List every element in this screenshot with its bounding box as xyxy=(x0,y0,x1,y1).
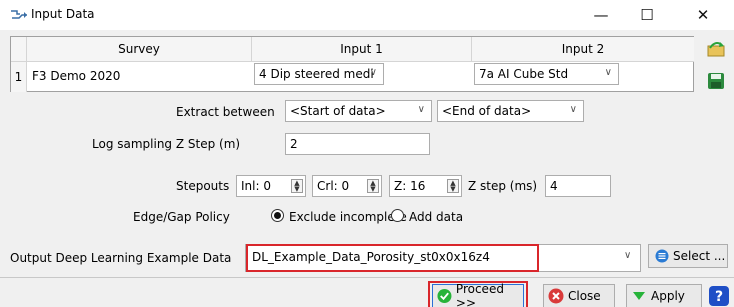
crl-stepout-spinbox[interactable]: Crl: 0 ▲ ▼ xyxy=(312,175,382,197)
input-2-dropdown[interactable]: 7a AI Cube Std ∨ xyxy=(474,63,619,85)
inl-stepout-value: Inl: 0 xyxy=(241,179,271,193)
extract-start-value: <Start of data> xyxy=(290,104,386,118)
stepouts-label: Stepouts xyxy=(176,179,230,193)
apply-label: Apply xyxy=(651,289,685,303)
crl-stepout-value: Crl: 0 xyxy=(317,179,350,193)
chevron-down-icon: ∨ xyxy=(369,67,377,78)
add-data-radio[interactable] xyxy=(391,209,404,222)
spin-arrows-icon[interactable]: ▲ ▼ xyxy=(367,179,379,193)
inl-stepout-spinbox[interactable]: Inl: 0 ▲ ▼ xyxy=(236,175,306,197)
column-header-input-1[interactable]: Input 1 xyxy=(252,37,472,62)
chevron-down-icon: ∨ xyxy=(417,104,425,115)
z-stepout-spinbox[interactable]: Z: 16 ▲ ▼ xyxy=(389,175,462,197)
extract-between-label: Extract between xyxy=(176,105,275,119)
chevron-down-icon[interactable]: ∨ xyxy=(624,250,631,261)
spin-arrows-icon[interactable]: ▲ ▼ xyxy=(291,179,303,193)
output-label: Output Deep Learning Example Data xyxy=(10,251,232,265)
window-title: Input Data xyxy=(31,7,95,21)
output-highlight-box xyxy=(246,244,539,272)
save-table-button[interactable] xyxy=(705,70,727,92)
row-number-header xyxy=(11,37,27,62)
close-button[interactable]: Close xyxy=(543,284,615,307)
z-stepout-value: Z: 16 xyxy=(394,179,426,193)
close-label: Close xyxy=(568,289,601,303)
help-icon[interactable]: ? xyxy=(708,285,730,307)
minimize-button[interactable]: — xyxy=(578,0,624,30)
z-step-ms-input[interactable]: 4 xyxy=(545,175,611,197)
select-output-label: Select ... xyxy=(673,249,726,263)
input-2-value: 7a AI Cube Std xyxy=(479,67,569,81)
add-data-label[interactable]: Add data xyxy=(409,210,463,224)
column-header-input-2[interactable]: Input 2 xyxy=(472,37,694,62)
close-window-button[interactable]: ✕ xyxy=(680,0,726,30)
log-sampling-input[interactable]: 2 xyxy=(285,133,430,155)
log-sampling-label: Log sampling Z Step (m) xyxy=(92,137,241,151)
save-icon xyxy=(708,73,724,89)
close-icon xyxy=(548,288,564,304)
exclude-incomplete-radio[interactable] xyxy=(271,209,284,222)
proceed-highlight-box xyxy=(428,281,528,307)
spin-arrows-icon[interactable]: ▲ ▼ xyxy=(447,179,459,193)
maximize-button[interactable]: ☐ xyxy=(624,0,670,30)
row-number: 1 xyxy=(11,62,27,92)
survey-cell[interactable]: F3 Demo 2020 xyxy=(32,69,120,83)
apply-triangle-icon xyxy=(633,292,645,300)
open-folder-icon xyxy=(707,42,725,57)
input-1-value: 4 Dip steered medi xyxy=(259,67,374,81)
extract-end-dropdown[interactable]: <End of data> ∨ xyxy=(437,100,584,122)
extract-start-dropdown[interactable]: <Start of data> ∨ xyxy=(285,100,432,122)
select-output-button[interactable]: Select ... xyxy=(648,244,728,268)
select-icon xyxy=(655,249,669,263)
column-header-survey[interactable]: Survey xyxy=(27,37,252,62)
edge-gap-policy-label: Edge/Gap Policy xyxy=(133,210,230,224)
app-icon xyxy=(11,10,27,19)
chevron-down-icon: ∨ xyxy=(569,104,577,115)
extract-end-value: <End of data> xyxy=(442,104,532,118)
open-table-button[interactable] xyxy=(705,38,727,60)
divider xyxy=(0,277,734,278)
survey-table: Survey Input 1 Input 2 1 F3 Demo 2020 4 … xyxy=(10,36,694,92)
chevron-down-icon: ∨ xyxy=(604,67,612,78)
exclude-incomplete-label[interactable]: Exclude incomplete xyxy=(289,210,407,224)
svg-text:?: ? xyxy=(715,289,723,305)
radio-selected-dot xyxy=(274,212,281,219)
apply-button[interactable]: Apply xyxy=(626,284,702,307)
z-step-ms-label: Z step (ms) xyxy=(468,179,538,193)
input-1-dropdown[interactable]: 4 Dip steered medi ∨ xyxy=(254,63,384,85)
